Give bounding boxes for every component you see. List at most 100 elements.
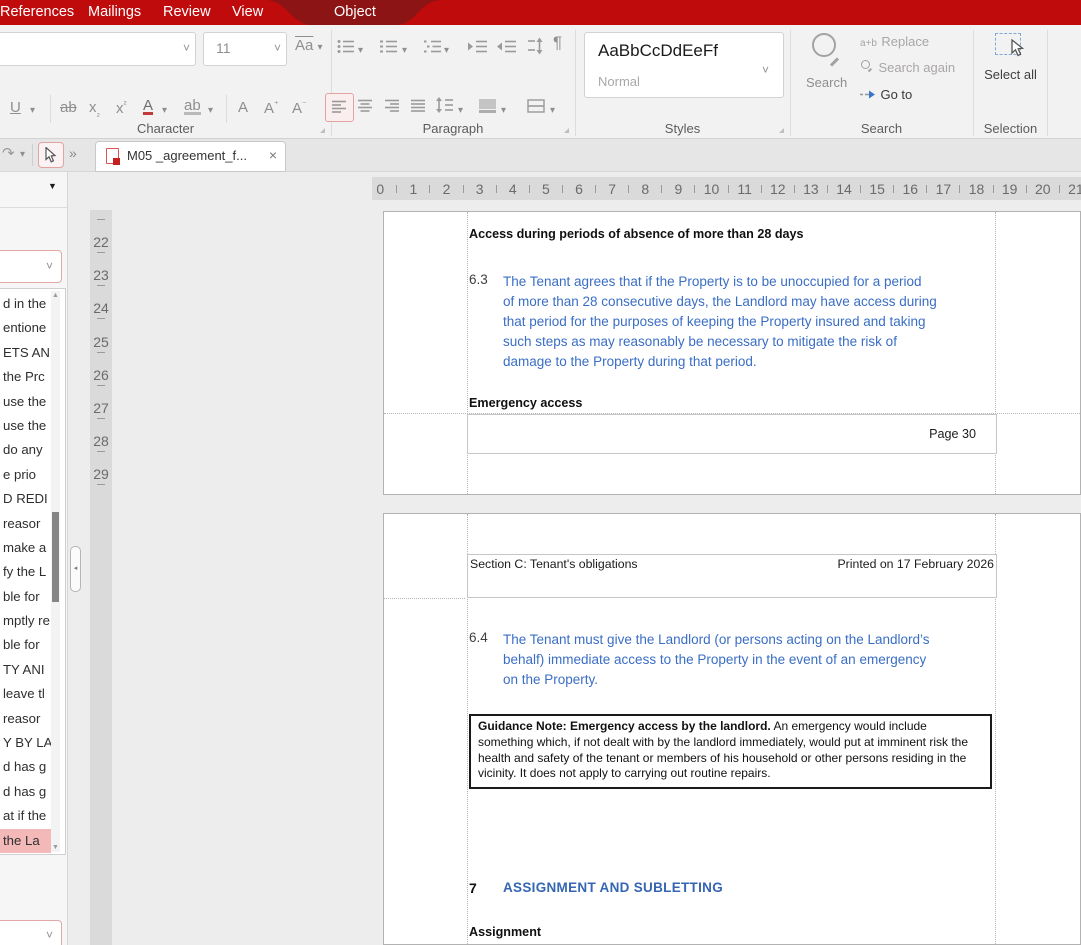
multilevel-list-icon[interactable] bbox=[424, 39, 442, 59]
highlight-button[interactable]: ab bbox=[184, 97, 201, 115]
strikethrough-button[interactable]: ab bbox=[60, 99, 77, 117]
format-painter-button[interactable]: A bbox=[238, 99, 248, 117]
font-name-combo[interactable]: ˅ bbox=[0, 32, 196, 66]
list-item[interactable]: the La bbox=[0, 829, 51, 853]
list-item[interactable]: ble for bbox=[0, 633, 51, 657]
list-item[interactable]: ble for bbox=[0, 585, 51, 609]
vertical-ruler[interactable]: 22 23 24 25 26 27 28 29 bbox=[90, 210, 112, 945]
sort-icon[interactable] bbox=[527, 37, 543, 60]
list-item[interactable]: at if the bbox=[0, 804, 51, 828]
replace-button[interactable]: a+b Replace bbox=[860, 33, 929, 51]
align-left-button[interactable] bbox=[325, 93, 354, 122]
pane-menu-icon[interactable]: ▼ bbox=[48, 181, 57, 191]
group-expander-icon[interactable] bbox=[564, 128, 569, 133]
ruler-cell: 18 bbox=[968, 177, 1001, 200]
sidebar-top-combobox[interactable]: ˅ bbox=[0, 250, 62, 283]
scroll-down-icon[interactable]: ▼ bbox=[51, 844, 60, 851]
sidebar-scrollbar[interactable]: ▲ ▼ bbox=[51, 291, 60, 852]
close-icon[interactable]: × bbox=[269, 147, 277, 163]
list-item[interactable]: TY ANI bbox=[0, 658, 51, 682]
list-item[interactable]: mptly re bbox=[0, 609, 51, 633]
tab-object[interactable]: Object bbox=[250, 0, 460, 25]
numbered-list-icon[interactable] bbox=[380, 39, 398, 59]
list-item[interactable]: reasor bbox=[0, 512, 51, 536]
list-item[interactable]: reasor bbox=[0, 707, 51, 731]
change-case-button[interactable]: Aa ▾ bbox=[295, 37, 323, 54]
chevron-down-icon[interactable]: ˅ bbox=[183, 41, 190, 55]
list-item[interactable]: the Prc bbox=[0, 365, 51, 389]
grow-font-button[interactable]: A⁺ bbox=[264, 99, 279, 118]
list-item[interactable]: entione bbox=[0, 316, 51, 340]
align-center-button[interactable] bbox=[358, 99, 373, 117]
scroll-up-icon[interactable]: ▲ bbox=[51, 292, 60, 299]
shading-icon[interactable] bbox=[479, 99, 496, 118]
font-size-combo[interactable]: 11 ˅ bbox=[203, 32, 287, 66]
horizontal-ruler[interactable]: 0 1 2 3 4 5 6 7 8 9 10 11 12 13 14 bbox=[372, 177, 1081, 200]
chevron-down-icon[interactable]: ˅ bbox=[274, 41, 281, 55]
pane-collapse-handle[interactable]: ◂ bbox=[70, 546, 81, 592]
justify-button[interactable] bbox=[411, 99, 426, 117]
increase-indent-icon[interactable] bbox=[468, 39, 488, 59]
tab-references[interactable]: References bbox=[0, 0, 78, 25]
list-item[interactable]: fy the L bbox=[0, 560, 51, 584]
line-spacing-dropdown[interactable]: ▾ bbox=[458, 105, 463, 116]
subscript-button[interactable]: x₂ bbox=[89, 99, 100, 118]
goto-button[interactable]: Go to bbox=[860, 86, 912, 104]
font-color-dropdown[interactable]: ▾ bbox=[162, 105, 167, 116]
scrollbar-thumb[interactable] bbox=[52, 512, 59, 602]
list-item[interactable]: use the bbox=[0, 414, 51, 438]
font-color-button[interactable]: A bbox=[143, 97, 153, 115]
list-item[interactable]: d has g bbox=[0, 780, 51, 804]
list-item[interactable]: make a bbox=[0, 536, 51, 560]
ribbon-tab-bar: References Mailings Review View Object bbox=[0, 0, 1081, 25]
pilcrow-icon[interactable]: ¶ bbox=[553, 33, 562, 53]
chevron-down-icon[interactable]: ▾ bbox=[318, 42, 323, 53]
list-item[interactable]: do any bbox=[0, 438, 51, 462]
borders-dropdown[interactable]: ▾ bbox=[550, 105, 555, 116]
line-spacing-icon[interactable] bbox=[436, 97, 454, 118]
section-title: ASSIGNMENT AND SUBLETTING bbox=[503, 880, 723, 895]
shrink-font-button[interactable]: A⁻ bbox=[292, 99, 307, 118]
sidebar-bottom-combobox[interactable]: ˅ bbox=[0, 920, 62, 945]
decrease-indent-icon[interactable] bbox=[497, 39, 517, 59]
shading-dropdown[interactable]: ▾ bbox=[501, 105, 506, 116]
overflow-icon[interactable]: » bbox=[69, 145, 77, 161]
underline-button[interactable]: U bbox=[10, 99, 21, 117]
group-label-character: Character bbox=[0, 121, 331, 136]
underline-dropdown[interactable]: ▾ bbox=[30, 105, 35, 116]
multilevel-list-dropdown[interactable]: ▾ bbox=[444, 45, 449, 56]
bullet-list-icon[interactable] bbox=[337, 39, 355, 59]
cursor-arrow-icon bbox=[1011, 39, 1025, 57]
tab-mailings[interactable]: Mailings bbox=[84, 0, 145, 25]
tab-review[interactable]: Review bbox=[159, 0, 215, 25]
list-item[interactable]: ETS AN bbox=[0, 341, 51, 365]
undo-dropdown[interactable]: ▾ bbox=[20, 149, 25, 160]
superscript-button[interactable]: x² bbox=[116, 99, 127, 118]
bullet-list-dropdown[interactable]: ▾ bbox=[358, 45, 363, 56]
chevron-down-icon[interactable]: ˅ bbox=[46, 258, 53, 272]
style-gallery[interactable]: AaBbCcDdEeFf Normal ˅ bbox=[584, 32, 784, 98]
search-again-button[interactable]: Search again bbox=[860, 59, 955, 77]
font-size-value[interactable]: 11 bbox=[216, 40, 231, 56]
list-item[interactable]: d in the bbox=[0, 292, 51, 316]
numbered-list-dropdown[interactable]: ▾ bbox=[402, 45, 407, 56]
group-expander-icon[interactable] bbox=[779, 128, 784, 133]
style-name: Normal bbox=[598, 74, 640, 89]
list-item[interactable]: d has g bbox=[0, 755, 51, 779]
select-tool-button[interactable] bbox=[38, 142, 64, 168]
group-expander-icon[interactable] bbox=[320, 128, 325, 133]
list-item[interactable]: e prio bbox=[0, 463, 51, 487]
document-tab[interactable]: M05 _agreement_f... × bbox=[95, 141, 286, 172]
chevron-down-icon[interactable]: ˅ bbox=[46, 928, 53, 942]
list-item[interactable]: leave tl bbox=[0, 682, 51, 706]
borders-icon[interactable] bbox=[527, 99, 545, 118]
cursor-arrow-icon bbox=[45, 147, 57, 163]
document-tab-bar: ↷ ▾ » M05 _agreement_f... × bbox=[0, 139, 1081, 172]
align-right-button[interactable] bbox=[385, 99, 400, 117]
list-item[interactable]: use the bbox=[0, 390, 51, 414]
undo-icon[interactable]: ↷ bbox=[2, 144, 15, 162]
highlight-dropdown[interactable]: ▾ bbox=[208, 105, 213, 116]
list-item[interactable]: D REDI bbox=[0, 487, 51, 511]
chevron-down-icon[interactable]: ˅ bbox=[762, 63, 769, 77]
list-item[interactable]: Y BY LA bbox=[0, 731, 51, 755]
